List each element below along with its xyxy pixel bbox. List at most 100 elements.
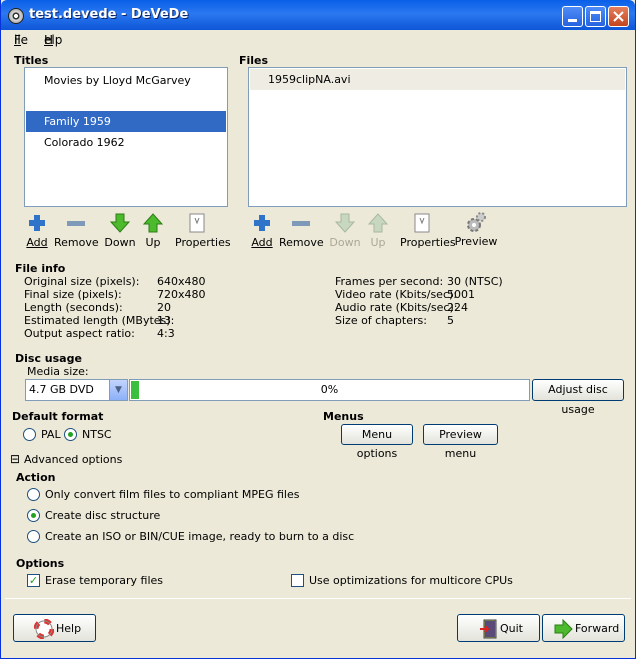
multicore-label: Use optimizations for multicore CPUs (309, 574, 513, 587)
disc-usage-heading: Disc usage (15, 352, 82, 365)
action-iso-radio[interactable] (27, 530, 40, 543)
minus-icon (65, 212, 87, 234)
info-value: 4:3 (157, 327, 175, 340)
properties-icon (411, 212, 433, 234)
exit-door-icon (480, 619, 497, 639)
minimize-icon (568, 19, 577, 22)
options-heading: Options (16, 557, 65, 570)
info-value: 5 (447, 314, 454, 327)
chevron-down-icon[interactable]: ▼ (109, 380, 127, 400)
file-item[interactable]: 1959clipNA.avi (250, 69, 625, 90)
preview-menu-button[interactable]: Preview menu (423, 424, 498, 460)
disc-usage-progress: 0% (129, 379, 530, 401)
info-value: 13 (157, 314, 171, 327)
file-remove-button[interactable]: Remove (279, 212, 324, 249)
info-value: 640x480 (157, 275, 206, 288)
file-up-button[interactable]: Up (356, 212, 400, 249)
arrow-right-icon (554, 619, 573, 639)
minus-icon (290, 212, 312, 234)
action-heading: Action (16, 471, 56, 484)
arrow-down-icon (109, 212, 131, 234)
plus-icon (26, 212, 48, 234)
title-remove-label: Remove (54, 236, 99, 249)
file-info-heading: File info (15, 262, 66, 275)
pal-radio[interactable] (23, 428, 36, 441)
forward-button[interactable]: Forward (542, 614, 625, 642)
adjust-disc-usage-button[interactable]: Adjust disc usage (532, 379, 624, 416)
file-properties-label: Properties (400, 236, 456, 249)
info-label: Final size (pixels): (24, 288, 122, 301)
file-preview-button[interactable]: Preview (454, 211, 498, 248)
properties-icon (186, 212, 208, 234)
main-window: test.devede - DeVeDe File Help Titles Mo… (0, 0, 636, 659)
multicore-checkbox[interactable] (291, 574, 304, 587)
pal-label: PAL (41, 428, 61, 441)
files-list[interactable]: 1959clipNA.avi (248, 67, 627, 207)
disc-app-icon (8, 8, 24, 24)
footer-divider (5, 598, 631, 599)
action-convert-radio[interactable] (27, 488, 40, 501)
info-label: Size of chapters: (335, 314, 427, 327)
menus-heading: Menus (323, 410, 364, 423)
default-format-heading: Default format (12, 410, 104, 423)
title-item-selected[interactable]: Family 1959 (26, 111, 226, 132)
file-add-button[interactable]: Add (240, 212, 284, 249)
info-label: Video rate (Kbits/sec): (335, 288, 457, 301)
file-remove-label: Remove (279, 236, 324, 249)
quit-button-label: Quit (500, 622, 523, 635)
info-value: 5001 (447, 288, 475, 301)
info-label: Audio rate (Kbits/sec): (335, 301, 458, 314)
menu-options-button[interactable]: Menu options (341, 424, 413, 460)
action-disc-structure-label: Create disc structure (45, 509, 161, 522)
close-icon (613, 11, 624, 22)
advanced-expander-icon[interactable]: ⊟ (10, 452, 20, 466)
file-up-label: Up (370, 236, 386, 249)
title-item[interactable]: Movies by Lloyd McGarvey (26, 70, 226, 91)
files-heading: Files (239, 54, 269, 67)
media-size-label: Media size: (27, 365, 89, 378)
quit-button[interactable]: Quit (457, 614, 540, 642)
title-up-label: Up (145, 236, 161, 249)
title-properties-button[interactable]: Properties (175, 212, 231, 249)
action-iso-label: Create an ISO or BIN/CUE image, ready to… (45, 530, 355, 543)
info-label: Length (seconds): (24, 301, 123, 314)
action-convert-label: Only convert film files to compliant MPE… (45, 488, 300, 501)
arrow-up-icon (142, 212, 164, 234)
titles-list[interactable]: Movies by Lloyd McGarvey Family 1959 Col… (24, 67, 228, 207)
info-value: 20 (157, 301, 171, 314)
titles-heading: Titles (14, 54, 49, 67)
maximize-button[interactable] (585, 6, 606, 27)
title-up-button[interactable]: Up (131, 212, 175, 249)
info-label: Frames per second: (335, 275, 444, 288)
media-size-dropdown[interactable]: 4.7 GB DVD ▼ (25, 379, 128, 401)
action-disc-structure-radio[interactable] (27, 509, 40, 522)
help-button-label: Help (56, 622, 82, 635)
close-button[interactable] (608, 6, 629, 27)
erase-temp-checkbox[interactable]: ✓ (27, 574, 40, 587)
title-remove-button[interactable]: Remove (54, 212, 99, 249)
file-preview-label: Preview (454, 235, 498, 248)
file-properties-button[interactable]: Properties (400, 212, 456, 249)
info-value: 720x480 (157, 288, 206, 301)
disc-usage-progress-fill (131, 381, 139, 399)
title-properties-label: Properties (175, 236, 231, 249)
forward-button-label: Forward (575, 622, 620, 635)
ntsc-label: NTSC (82, 428, 112, 441)
info-label: Estimated length (MBytes): (24, 314, 175, 327)
gears-icon (465, 211, 487, 233)
disc-usage-percent: 0% (320, 383, 339, 396)
minimize-button[interactable] (562, 6, 583, 27)
title-add-button[interactable]: Add (15, 212, 59, 249)
title-bar[interactable]: test.devede - DeVeDe (1, 0, 635, 30)
lifebuoy-icon (34, 619, 54, 639)
plus-icon (251, 212, 273, 234)
erase-temp-label: Erase temporary files (45, 574, 163, 587)
window-title: test.devede - DeVeDe (29, 7, 189, 22)
arrow-down-icon (334, 212, 356, 234)
ntsc-radio[interactable] (64, 428, 77, 441)
info-label: Original size (pixels): (24, 275, 140, 288)
title-item[interactable]: Colorado 1962 (26, 132, 226, 153)
arrow-up-icon (367, 212, 389, 234)
help-button[interactable]: Help (13, 614, 96, 642)
advanced-options-label[interactable]: Advanced options (24, 453, 122, 466)
